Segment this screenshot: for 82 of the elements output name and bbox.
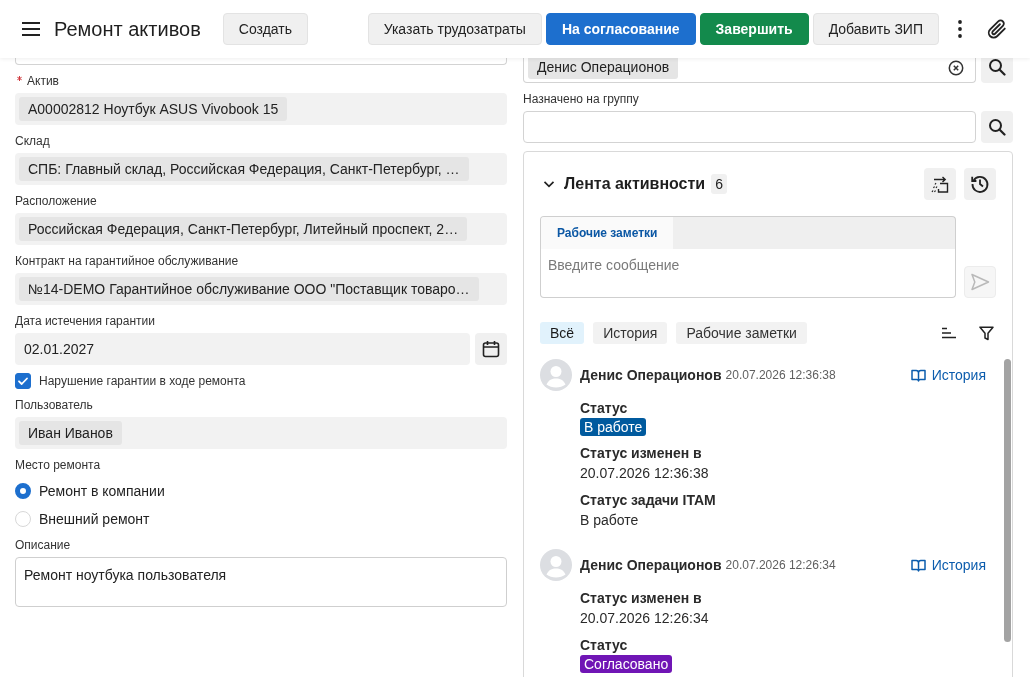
search-button[interactable] xyxy=(981,58,1013,83)
search-button[interactable] xyxy=(981,111,1013,143)
action-button[interactable]: На согласование xyxy=(545,13,696,45)
count-badge: 6 xyxy=(711,174,727,194)
radio-label: Внешний ремонт xyxy=(39,511,150,527)
input-field[interactable] xyxy=(15,58,507,65)
lookup-field[interactable]: Иван Иванов xyxy=(15,417,507,449)
avatar-icon xyxy=(540,549,572,581)
entry-field-value: 20.07.2026 12:26:34 xyxy=(580,609,710,628)
value-chip: Российская Федерация, Санкт-Петербург, Литейный проспект, 2… xyxy=(19,217,468,241)
value-chip: Иван Иванов xyxy=(19,421,122,445)
value-chip: Денис Операционов xyxy=(528,57,679,79)
filter-icon[interactable] xyxy=(979,325,994,341)
search-icon xyxy=(988,58,1006,76)
scrollbar[interactable] xyxy=(1004,359,1011,642)
field-label: Актив xyxy=(27,73,59,89)
field-label: Пользователь xyxy=(15,397,93,413)
document-arrow-icon xyxy=(930,174,950,194)
entry-field-label: Статус xyxy=(580,636,629,655)
lookup-field[interactable]: Денис Операционов xyxy=(523,58,976,83)
field-label: Описание xyxy=(15,537,71,553)
book-icon xyxy=(910,558,926,572)
book-icon xyxy=(910,368,926,382)
checkbox[interactable] xyxy=(15,373,31,389)
avatar-icon xyxy=(540,359,572,391)
history-button[interactable] xyxy=(964,168,996,200)
author-name: Денис Операционов xyxy=(580,557,722,573)
page-title: Ремонт активов xyxy=(54,17,201,41)
entry-field-value: В работе xyxy=(580,511,640,530)
entry-field-value: 20.07.2026 12:36:38 xyxy=(580,464,710,483)
lookup-field[interactable]: A00002812 Ноутбук ASUS Vivobook 15 xyxy=(15,93,507,125)
paperclip-icon[interactable] xyxy=(986,18,1008,40)
value-chip: СПБ: Главный склад, Российская Федерация, Санкт-Петербург, … xyxy=(19,157,469,181)
value-chip: A00002812 Ноутбук ASUS Vivobook 15 xyxy=(19,97,288,121)
filter-chip[interactable]: Рабочие заметки xyxy=(676,322,807,344)
check-icon xyxy=(17,375,29,387)
field-label: Назначено на группу xyxy=(523,91,639,107)
calendar-icon xyxy=(482,340,500,358)
value-chip: №14-DEMO Гарантийное обслуживание ООО "Поставщик товаро… xyxy=(19,277,479,301)
date-field[interactable]: 02.01.2027 xyxy=(15,333,470,365)
status-badge: В работе xyxy=(580,418,647,436)
field-label: Дата истечения гарантии xyxy=(15,313,155,329)
field-label: Контракт на гарантийное обслуживание xyxy=(15,253,239,269)
filter-chip[interactable]: История xyxy=(593,322,668,344)
send-icon xyxy=(970,273,990,291)
entry-field-label: Статус задачи ITAM xyxy=(580,491,717,510)
radio-button[interactable] xyxy=(15,483,31,499)
action-button[interactable]: Добавить ЗИП xyxy=(812,13,939,45)
history-link[interactable]: История xyxy=(910,367,986,383)
status-badge: Согласовано xyxy=(580,655,673,673)
lookup-field[interactable]: СПБ: Главный склад, Российская Федерация, Санкт-Петербург, … xyxy=(15,153,507,185)
menu-icon[interactable] xyxy=(22,22,40,36)
tab[interactable]: Рабочие заметки xyxy=(541,217,674,249)
field-label: Место ремонта xyxy=(15,457,101,473)
action-button[interactable]: Завершить xyxy=(699,13,809,45)
entry-field-label: Статус изменен в xyxy=(580,589,703,608)
timestamp: 20.07.2026 12:26:34 xyxy=(725,558,836,572)
lookup-field[interactable] xyxy=(523,111,976,143)
field-label: Расположение xyxy=(15,193,97,209)
more-icon[interactable] xyxy=(958,20,962,38)
filter-chip[interactable]: Всё xyxy=(540,322,585,344)
textarea-field[interactable]: Ремонт ноутбука пользователя xyxy=(15,557,507,607)
clear-icon[interactable] xyxy=(948,60,964,76)
author-name: Денис Операционов xyxy=(580,367,722,383)
sort-icon[interactable] xyxy=(942,327,956,339)
history-link[interactable]: История xyxy=(910,557,986,573)
message-field[interactable]: Введите сообщение xyxy=(540,249,956,298)
create-button[interactable]: Создать xyxy=(222,13,308,45)
field-label: Склад xyxy=(15,133,50,149)
export-button[interactable] xyxy=(924,168,956,200)
lookup-field[interactable]: Российская Федерация, Санкт-Петербург, Литейный проспект, 2… xyxy=(15,213,507,245)
lookup-field[interactable]: №14-DEMO Гарантийное обслуживание ООО "Поставщик товаро… xyxy=(15,273,507,305)
radio-label: Ремонт в компании xyxy=(39,483,165,499)
entry-field-label: Статус изменен в xyxy=(580,444,703,463)
history-icon xyxy=(970,174,990,194)
entry-field-label: Статус xyxy=(580,399,629,418)
timestamp: 20.07.2026 12:36:38 xyxy=(725,368,836,382)
calendar-button[interactable] xyxy=(475,333,507,365)
action-button[interactable]: Указать трудозатраты xyxy=(367,13,542,45)
search-icon xyxy=(988,118,1006,136)
panel-title: Лента активности xyxy=(564,175,706,193)
checkbox-label: Нарушение гарантии в ходе ремонта xyxy=(39,374,246,388)
